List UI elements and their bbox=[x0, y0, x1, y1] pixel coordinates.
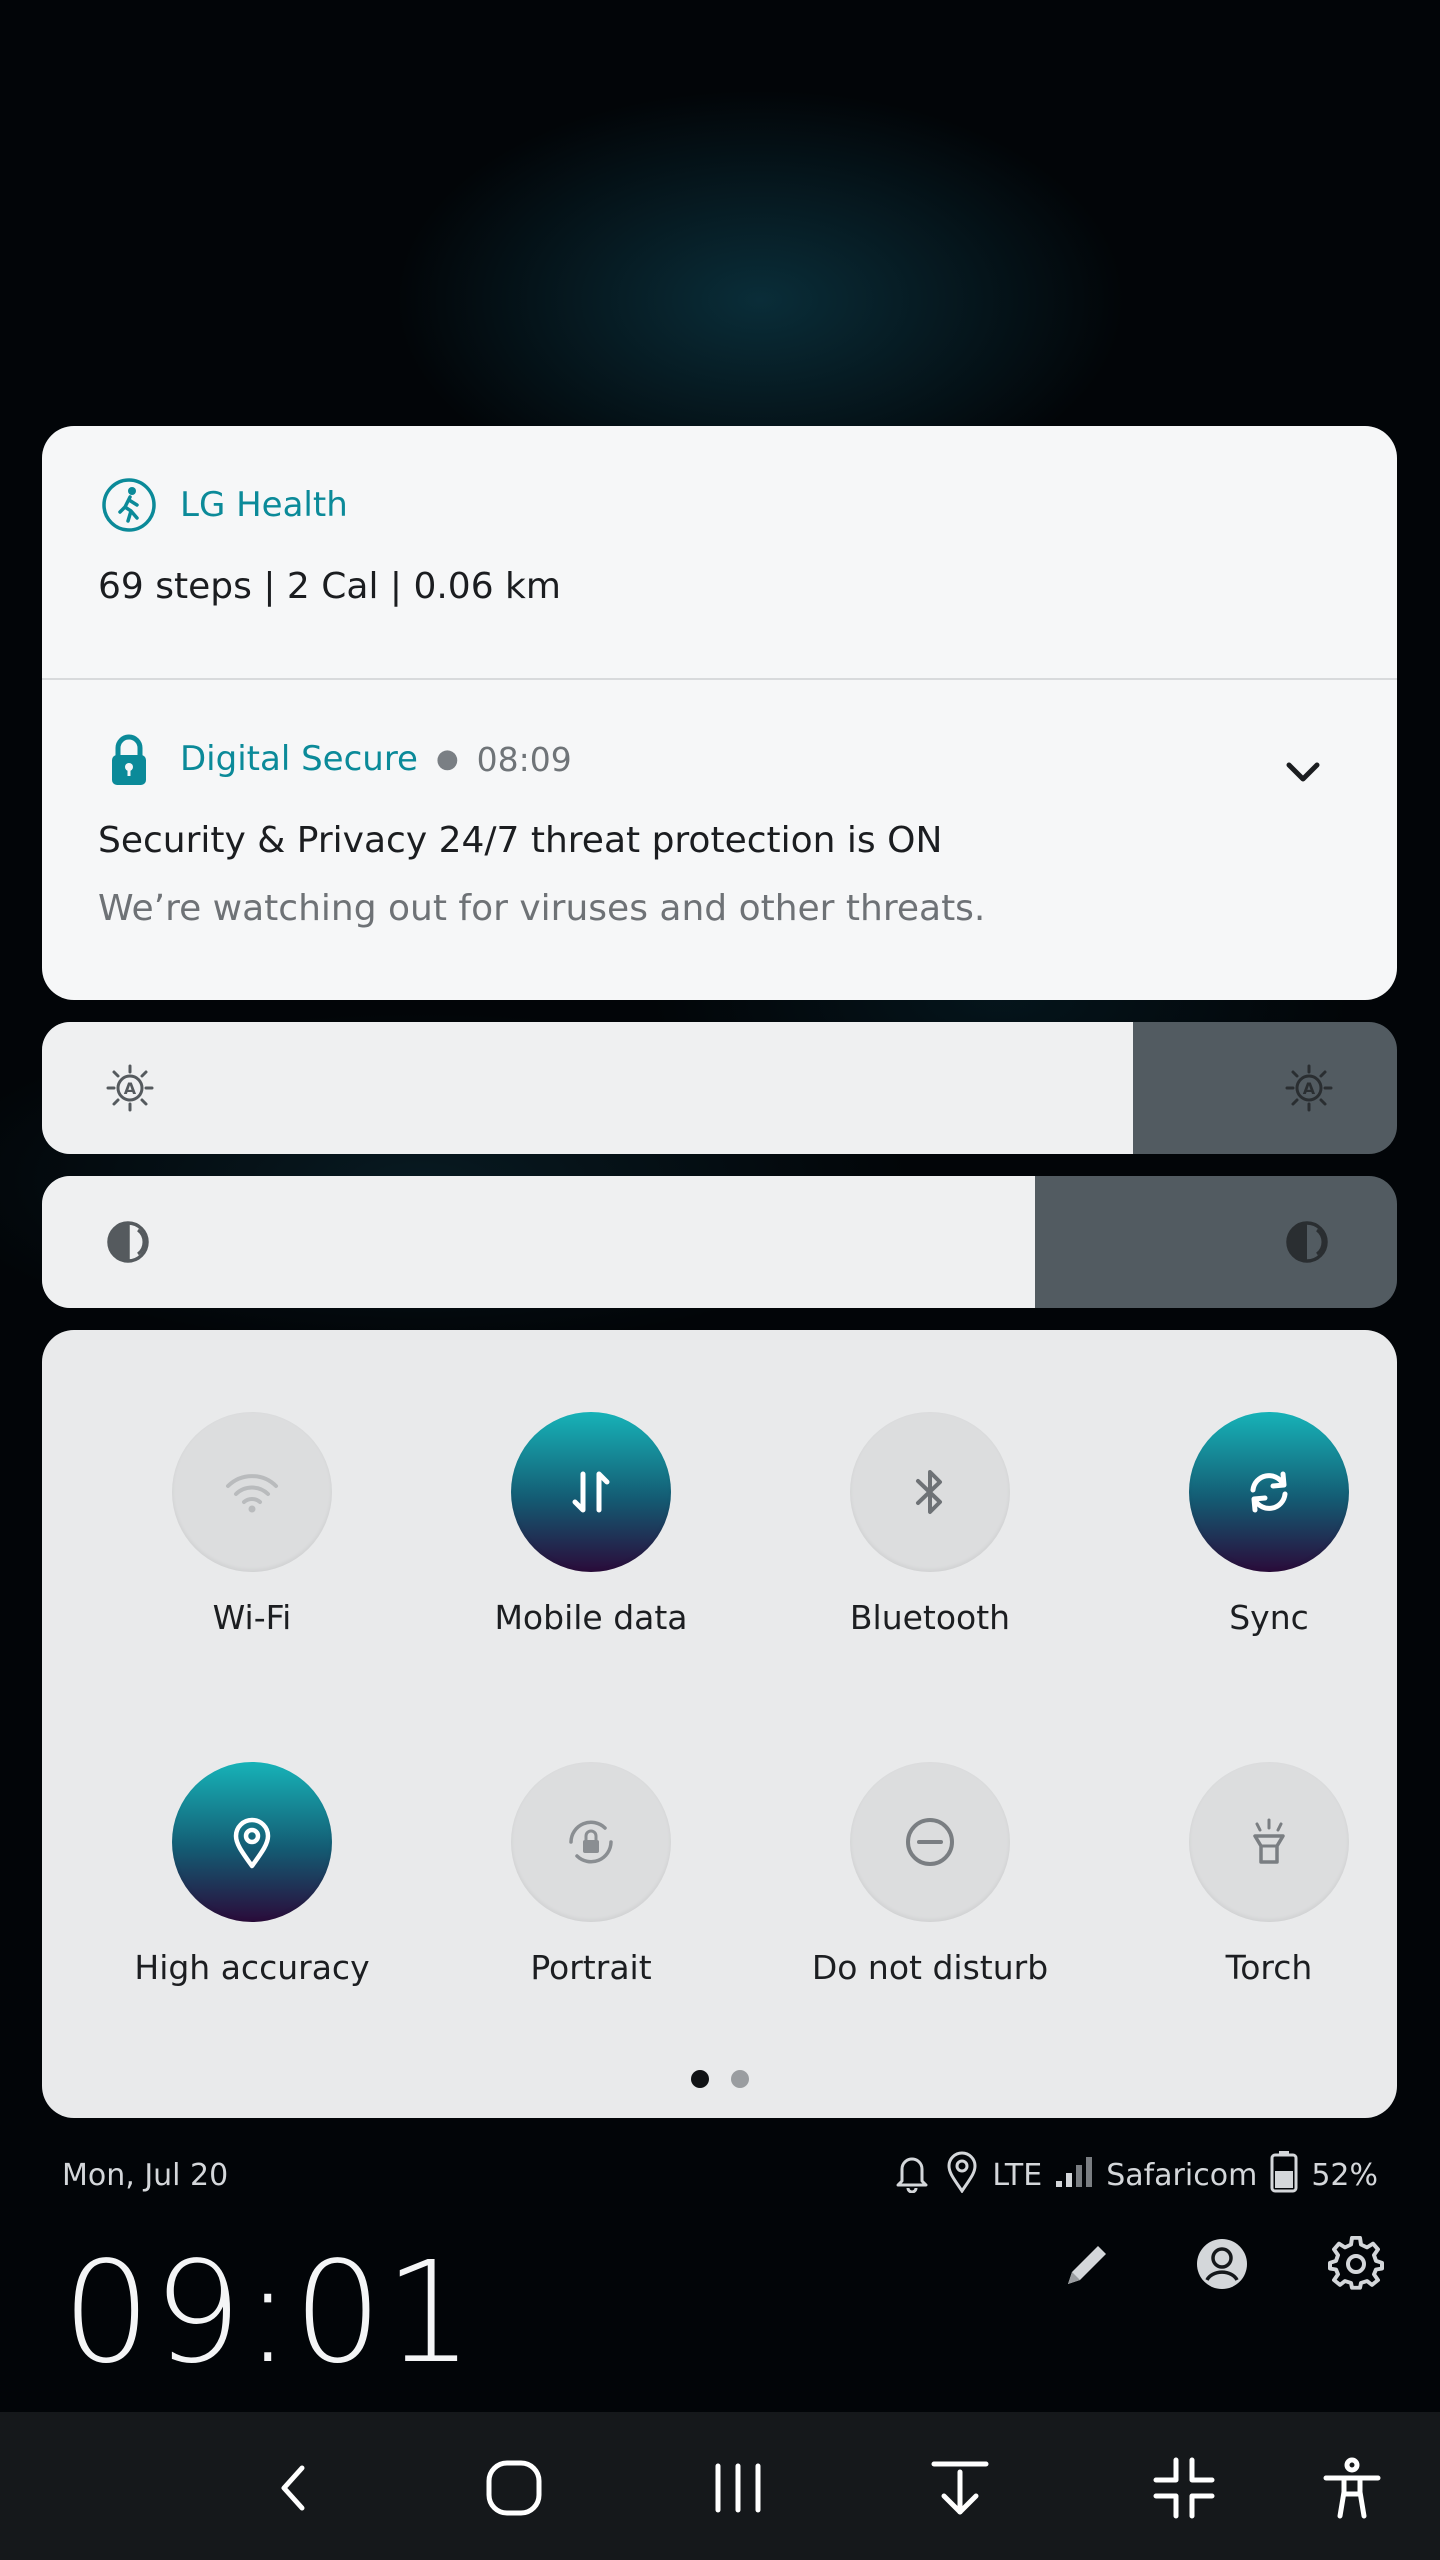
back-icon[interactable] bbox=[262, 2456, 326, 2520]
tile-label: Wi-Fi bbox=[212, 1598, 292, 1637]
user-profile-icon[interactable] bbox=[1194, 2236, 1250, 2292]
home-icon[interactable] bbox=[482, 2456, 546, 2520]
tile-label: Mobile data bbox=[494, 1598, 688, 1637]
edit-pencil-icon[interactable] bbox=[1060, 2236, 1116, 2292]
brightness-level-fill bbox=[42, 1022, 1133, 1154]
quick-settings-panel: Wi-Fi Mobile data Bluetooth Sync High ac… bbox=[42, 1330, 1397, 2118]
settings-gear-icon[interactable] bbox=[1328, 2235, 1384, 2292]
recents-icon[interactable] bbox=[706, 2456, 770, 2520]
notification-title: Security & Privacy 24/7 threat protectio… bbox=[98, 820, 943, 861]
bluetooth-icon bbox=[916, 1470, 942, 1514]
tile-do-not-disturb[interactable]: Do not disturb bbox=[780, 1762, 1080, 1987]
app-name: LG Health bbox=[180, 485, 348, 525]
tile-portrait[interactable]: Portrait bbox=[441, 1762, 741, 1987]
bell-icon bbox=[892, 2149, 932, 2201]
status-icons: LTE Safaricom 52% bbox=[892, 2149, 1378, 2201]
status-row: Mon, Jul 20 LTE Safaricom 52% bbox=[62, 2150, 1378, 2200]
signal-icon bbox=[1054, 2153, 1094, 2197]
eye-comfort-slider[interactable] bbox=[42, 1176, 1397, 1308]
eye-comfort-icon bbox=[1283, 1216, 1335, 1268]
tile-bluetooth[interactable]: Bluetooth bbox=[780, 1412, 1080, 1637]
padlock-icon bbox=[100, 730, 158, 788]
tile-label: Do not disturb bbox=[811, 1948, 1049, 1987]
notification-panel: LG Health 69 steps | 2 Cal | 0.06 km Dig… bbox=[42, 426, 1397, 1000]
notification-lg-health[interactable]: LG Health 69 steps | 2 Cal | 0.06 km bbox=[42, 426, 1397, 680]
tile-wifi[interactable]: Wi-Fi bbox=[102, 1412, 402, 1637]
wifi-toggle[interactable] bbox=[172, 1412, 332, 1572]
tile-sync[interactable]: Sync bbox=[1119, 1412, 1397, 1637]
clock: 09:01 bbox=[62, 2232, 476, 2395]
sync-icon bbox=[1250, 1471, 1288, 1513]
torch-toggle[interactable] bbox=[1189, 1762, 1349, 1922]
tile-label: Torch bbox=[1225, 1948, 1313, 1987]
wifi-icon bbox=[226, 1474, 278, 1513]
svg-text:A: A bbox=[124, 1079, 137, 1098]
torch-icon bbox=[1253, 1818, 1285, 1864]
rotation-lock-icon bbox=[569, 1820, 613, 1864]
minimize-screen-icon[interactable] bbox=[1152, 2456, 1216, 2520]
date-label: Mon, Jul 20 bbox=[62, 2157, 229, 2193]
page-indicator bbox=[42, 2070, 1397, 2088]
tile-label: Bluetooth bbox=[849, 1598, 1011, 1637]
walking-person-icon bbox=[100, 476, 158, 534]
brightness-slider[interactable]: A A bbox=[42, 1022, 1397, 1154]
sync-toggle[interactable] bbox=[1189, 1412, 1349, 1572]
notification-header: LG Health bbox=[100, 476, 348, 534]
bluetooth-toggle[interactable] bbox=[850, 1412, 1010, 1572]
tile-label: Portrait bbox=[530, 1948, 652, 1987]
eye-comfort-icon bbox=[104, 1216, 156, 1268]
battery-icon bbox=[1269, 2149, 1299, 2201]
app-name: Digital Secure bbox=[180, 739, 418, 779]
brightness-auto-icon: A bbox=[1283, 1062, 1335, 1114]
notification-time: 08:09 bbox=[476, 739, 572, 779]
location-icon bbox=[944, 2149, 980, 2201]
location-toggle[interactable] bbox=[172, 1762, 332, 1922]
tile-label: Sync bbox=[1229, 1598, 1309, 1637]
notification-header: Digital Secure ● 08:09 bbox=[100, 730, 572, 788]
notification-digital-secure[interactable]: Digital Secure ● 08:09 Security & Privac… bbox=[42, 680, 1397, 1000]
brightness-auto-icon: A bbox=[104, 1062, 156, 1114]
tile-mobile-data[interactable]: Mobile data bbox=[441, 1412, 741, 1637]
notification-title: 69 steps | 2 Cal | 0.06 km bbox=[98, 566, 561, 607]
do-not-disturb-icon bbox=[906, 1818, 954, 1866]
eye-comfort-level-fill bbox=[42, 1176, 1036, 1308]
accessibility-icon[interactable] bbox=[1320, 2456, 1384, 2520]
battery-percent: 52% bbox=[1311, 2157, 1378, 2193]
carrier-name: Safaricom bbox=[1106, 2157, 1258, 2193]
tile-label: High accuracy bbox=[134, 1948, 370, 1987]
svg-text:A: A bbox=[1303, 1079, 1316, 1098]
panel-actions bbox=[1060, 2235, 1384, 2292]
page-dot[interactable] bbox=[730, 2070, 749, 2088]
tile-torch[interactable]: Torch bbox=[1119, 1762, 1397, 1987]
expand-chevron-icon[interactable] bbox=[1279, 748, 1327, 796]
notification-pulldown-icon[interactable] bbox=[928, 2456, 992, 2520]
rotation-toggle[interactable] bbox=[511, 1762, 671, 1922]
do-not-disturb-toggle[interactable] bbox=[850, 1762, 1010, 1922]
notification-body: We’re watching out for viruses and other… bbox=[98, 888, 986, 929]
page-dot-active[interactable] bbox=[690, 2070, 709, 2088]
location-pin-icon bbox=[233, 1817, 271, 1869]
navigation-bar bbox=[0, 2412, 1440, 2560]
separator-dot: ● bbox=[435, 744, 459, 774]
tile-high-accuracy[interactable]: High accuracy bbox=[102, 1762, 402, 1987]
mobile-data-icon bbox=[572, 1471, 610, 1513]
mobile-data-toggle[interactable] bbox=[511, 1412, 671, 1572]
network-type: LTE bbox=[992, 2157, 1043, 2193]
